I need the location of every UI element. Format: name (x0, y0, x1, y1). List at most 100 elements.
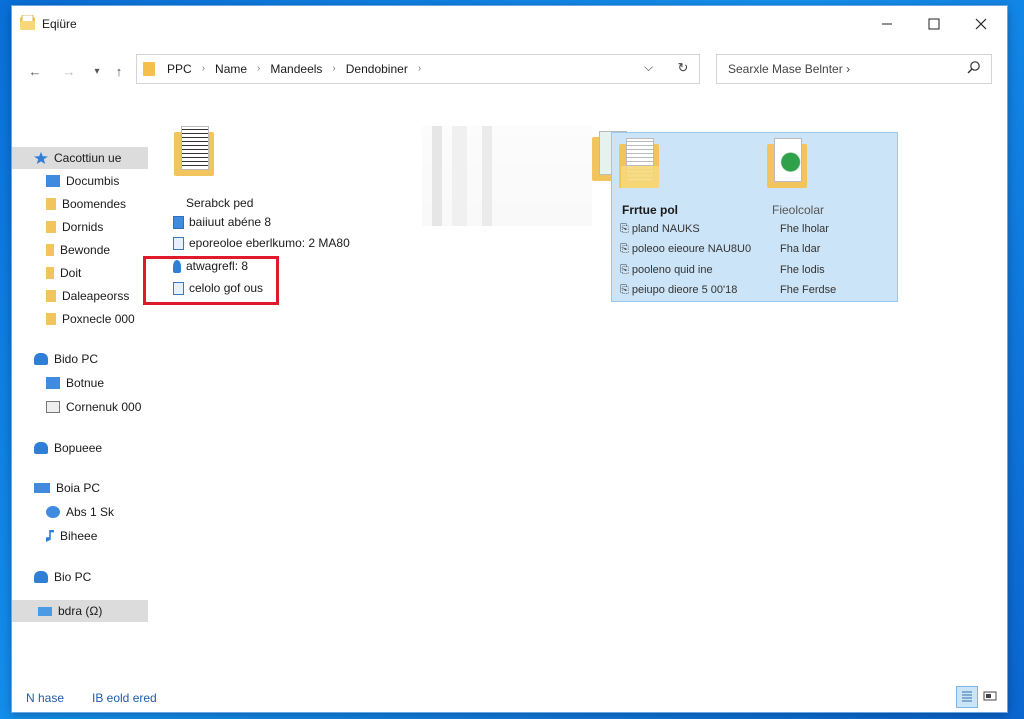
blurred-region (422, 126, 592, 226)
folder-icon (46, 267, 54, 279)
sidebar-item-label: Bio PC (54, 570, 92, 584)
refresh-icon[interactable]: ↻ (672, 60, 694, 78)
breadcrumb-separator-icon[interactable]: › (332, 63, 335, 76)
breadcrumb-separator-icon[interactable]: › (202, 63, 205, 76)
sidebar-item-pc-2[interactable]: Boia PC (12, 477, 148, 499)
close-button[interactable] (958, 6, 1004, 42)
computer-icon (46, 401, 60, 413)
sidebar-item-label: Cornenuk 000 (66, 400, 142, 414)
file-row[interactable]: baiiuut abéne 8 (173, 215, 271, 229)
sidebar-item-network[interactable]: Bopueee (12, 437, 148, 459)
sidebar-item-label: Cacottiun ue (54, 151, 122, 165)
selection-count: IB eold ered (92, 691, 157, 705)
sidebar-item-folder-6[interactable]: Daleapeorss (12, 285, 148, 307)
file-icon (173, 236, 184, 250)
close-icon (975, 18, 987, 30)
sidebar-item-computer[interactable]: Cornenuk 000 (12, 396, 148, 418)
folder-item[interactable] (174, 126, 214, 176)
up-arrow-icon: ↑ (115, 63, 123, 79)
navigation-pane: Cacottiun ue Documbis Boomendes Dornids … (12, 142, 148, 622)
sidebar-item-documents[interactable]: Documbis (12, 170, 148, 192)
sidebar-item-desktop[interactable]: Botnue (12, 372, 148, 394)
sidebar-item-downloads[interactable]: Boomendes (12, 193, 148, 215)
breadcrumb-separator-icon[interactable]: › (418, 63, 421, 76)
status-bar: N hase IB eold ered (12, 686, 1007, 712)
sidebar-item-label: Biheee (60, 529, 98, 543)
breadcrumb-item[interactable]: Dendobiner (346, 62, 408, 76)
address-bar[interactable]: PPC › Name › Mandeels › Dendobiner › ⌵ ↻ (136, 54, 700, 84)
forward-arrow-icon: → (62, 63, 76, 79)
download-folder-icon (46, 198, 56, 210)
column-header-name: Frrtue pol (622, 203, 678, 217)
sidebar-item-pc-3[interactable]: Bio PC (12, 566, 148, 588)
minimize-icon (882, 23, 892, 25)
sidebar-item-label: Poxnecle 000 (62, 312, 135, 326)
sidebar-item-drive[interactable]: bdra (Ω) (12, 600, 148, 622)
up-button[interactable]: ↑ (108, 60, 130, 82)
details-view-button[interactable] (956, 686, 978, 708)
breadcrumb-item[interactable]: Mandeels (270, 62, 322, 76)
file-type-icon: ⎘ (620, 284, 632, 296)
recent-locations-button[interactable]: ▾ (86, 60, 108, 82)
drive-icon (38, 606, 52, 616)
list-item[interactable]: ⎘ peiupo dieore 5 00'18 (620, 284, 737, 297)
list-item-type: Fha ldar (780, 243, 821, 255)
large-icons-view-button[interactable] (980, 686, 1002, 708)
sidebar-item-quick-access[interactable]: Cacottiun ue (12, 147, 148, 169)
folder-name[interactable]: Serabck ped (186, 196, 253, 210)
breadcrumb-item[interactable]: PPC (167, 62, 192, 76)
folder-icon (46, 221, 56, 233)
sidebar-item-folder-5[interactable]: Doit (12, 262, 148, 284)
file-row[interactable]: eporeoloe eberlkumo: 2 MA80 (173, 236, 350, 250)
folder-front-icon (621, 166, 659, 188)
maximize-button[interactable] (911, 6, 957, 42)
sidebar-item-label: Boomendes (62, 197, 127, 211)
breadcrumb: PPC › Name › Mandeels › Dendobiner › (167, 62, 421, 76)
list-item[interactable]: ⎘ pland NAUKS (620, 223, 700, 236)
file-type-icon: ⎘ (620, 243, 632, 255)
folder-app-icon (20, 15, 35, 30)
sidebar-item-music[interactable]: Biheee (12, 525, 148, 547)
file-type-icon: ⎘ (620, 264, 632, 276)
sidebar-item-label: Abs 1 Sk (66, 505, 115, 519)
search-icon (967, 61, 980, 74)
image-icon (774, 138, 802, 182)
explorer-window: Eqiüre ← → ▾ ↑ PPC › Name › Mandeels › D… (12, 6, 1007, 712)
forward-button[interactable]: → (58, 60, 80, 82)
sidebar-item-label: Bewonde (60, 243, 111, 257)
highlight-annotation (143, 256, 279, 305)
file-type-icon: ⎘ (620, 223, 632, 235)
list-item[interactable]: ⎘ pooleno quid ine (620, 264, 713, 277)
back-arrow-icon: ← (28, 63, 42, 79)
search-input[interactable]: Searxle Mase Belnter › (716, 54, 992, 84)
sidebar-item-folder-4[interactable]: Bewonde (12, 239, 148, 261)
sidebar-item-folder-7[interactable]: Poxnecle 000 (12, 308, 148, 330)
folder-icon (46, 244, 54, 256)
list-item[interactable]: ⎘ poleoo eieoure NAU8U0 (620, 243, 751, 256)
address-dropdown-icon[interactable]: ⌵ (644, 60, 653, 75)
breadcrumb-separator-icon[interactable]: › (257, 63, 260, 76)
file-icon (173, 215, 184, 229)
sidebar-item-label: Dornids (62, 220, 104, 234)
selection-rectangle[interactable]: Frrtue pol Fieolcolar ⎘ pland NAUKS Fhe … (611, 132, 898, 302)
sidebar-item-label: Bido PC (54, 352, 99, 366)
details-view-icon (962, 691, 972, 702)
settings-icon (46, 506, 60, 518)
maximize-icon (928, 18, 940, 30)
title-bar: Eqiüre (12, 6, 1007, 42)
chevron-down-icon: ▾ (94, 65, 100, 77)
minimize-button[interactable] (864, 6, 910, 42)
back-button[interactable]: ← (24, 60, 46, 82)
desktop-icon (46, 175, 60, 187)
sidebar-item-this-pc[interactable]: Bido PC (12, 348, 148, 370)
sidebar-item-settings[interactable]: Abs 1 Sk (12, 501, 148, 523)
file-name: eporeoloe eberlkumo: 2 MA80 (189, 236, 350, 250)
monitor-icon (34, 483, 50, 493)
large-icons-view-icon (983, 691, 997, 701)
folder-item[interactable] (619, 138, 659, 188)
folder-item[interactable] (767, 138, 807, 188)
sidebar-item-folder-3[interactable]: Dornids (12, 216, 148, 238)
list-item-type: Fhe lholar (780, 223, 829, 235)
sidebar-item-label: Documbis (66, 174, 120, 188)
breadcrumb-item[interactable]: Name (215, 62, 247, 76)
